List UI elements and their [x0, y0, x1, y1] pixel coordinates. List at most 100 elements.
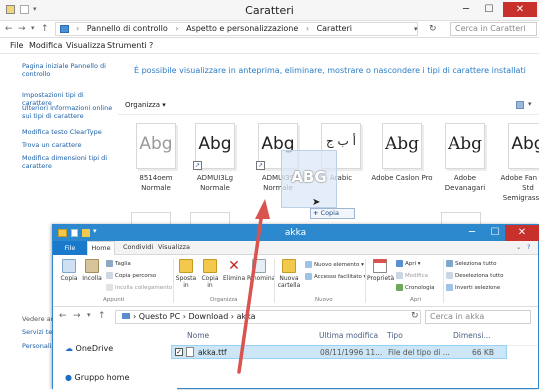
breadcrumb-this-pc[interactable]: Questo PC [139, 312, 180, 321]
ribbon-expand-icon[interactable]: ⌄ [516, 243, 521, 251]
help-icon[interactable]: ? [527, 243, 530, 251]
easy-access-button[interactable]: Accesso facilitato ▾ [305, 273, 366, 280]
font-tile[interactable]: Abg 8514oem Normale [125, 121, 187, 193]
rename-button[interactable]: Rinomina [247, 259, 275, 282]
row-checkbox[interactable]: ✓ [175, 348, 183, 356]
explorer-up-icon[interactable]: ↑ [98, 311, 106, 321]
menu-help[interactable]: ? [149, 41, 153, 50]
explorer-recent-dropdown-icon[interactable]: ▾ [87, 311, 91, 319]
history-button[interactable]: Cronologia [396, 284, 434, 291]
mouse-cursor-icon: ➤ [312, 197, 321, 208]
move-to-button[interactable]: Sposta in [175, 259, 197, 289]
minimize-button[interactable]: ─ [455, 2, 477, 17]
view-options-icon[interactable] [516, 101, 524, 109]
explorer-title-bar[interactable]: ▾ akka ─ ☐ ✕ [53, 225, 539, 241]
select-all-button[interactable]: Seleziona tutto [446, 260, 497, 267]
sidebar-link-cleartype[interactable]: Modifica testo ClearType [22, 128, 114, 136]
explorer-close-button[interactable]: ✕ [505, 225, 539, 241]
address-dropdown-icon[interactable]: ▾ [414, 25, 418, 33]
new-folder-label: Nuova cartella [277, 275, 301, 289]
move-to-icon [179, 259, 193, 273]
explorer-back-icon[interactable]: ← [59, 311, 67, 321]
menu-strumenti[interactable]: Strumenti [107, 41, 147, 50]
menu-file[interactable]: File [10, 41, 23, 50]
new-item-icon [305, 261, 312, 268]
column-header-size[interactable]: Dimensi... [453, 331, 491, 340]
copy-to-button[interactable]: Copia in [199, 259, 221, 289]
font-file-icon: Abg ↗ [192, 121, 238, 171]
edit-button[interactable]: Modifica [396, 272, 428, 279]
font-preview-glyph: Abg [384, 134, 420, 154]
font-name: Adobe Fan Heiti Std Semigrassetto [500, 174, 539, 202]
maximize-button[interactable]: ☐ [478, 2, 500, 17]
nav-homegroup[interactable]: ● Gruppo home [65, 373, 129, 382]
new-folder-button[interactable]: Nuova cartella [277, 259, 301, 289]
open-button[interactable]: Apri ▾ [396, 260, 421, 267]
font-file-icon: Abg [505, 121, 539, 171]
copy-path-button[interactable]: Copia percorso [106, 272, 156, 279]
paste-shortcut-button[interactable]: Incolla collegamento [106, 284, 172, 291]
plus-icon: + [313, 209, 319, 217]
new-item-button[interactable]: Nuovo elemento ▾ [305, 261, 364, 268]
column-header-modified[interactable]: Ultima modifica [319, 331, 378, 340]
tab-condividi[interactable]: Condividi [123, 243, 153, 251]
select-all-icon [446, 260, 453, 267]
tab-visualizza[interactable]: Visualizza [158, 243, 190, 251]
back-icon[interactable]: ← [5, 24, 13, 34]
drag-ghost: ABG [281, 150, 337, 208]
organize-label: Organizza [125, 101, 161, 109]
explorer-minimize-button[interactable]: ─ [461, 225, 483, 241]
up-icon[interactable]: ↑ [41, 24, 49, 34]
paste-button[interactable]: Incolla [81, 259, 103, 282]
font-tile[interactable]: Abg ↗ ADMUI3Lg Normale [184, 121, 246, 193]
menu-visualizza[interactable]: Visualizza [66, 41, 105, 50]
sidebar-link-more-info[interactable]: Ulteriori informazioni online sui tipi d… [22, 104, 114, 120]
fonts-search-input[interactable]: Cerca in Caratteri [450, 22, 537, 36]
properties-button[interactable]: Proprietà [367, 259, 394, 282]
explorer-address-row: ← → ▾ ↑ › Questo PC › Download › akka ↻ … [53, 307, 538, 326]
open-icon [396, 260, 403, 267]
properties-icon [373, 259, 387, 273]
invert-selection-button[interactable]: Inverti selezione [446, 284, 500, 291]
font-preview-glyph: Abg [511, 134, 539, 154]
refresh-icon[interactable]: ↻ [429, 24, 437, 34]
table-row[interactable]: ✓ akka.ttf 08/11/1996 11... File del tip… [171, 345, 507, 359]
close-button[interactable]: ✕ [503, 2, 537, 17]
breadcrumb-control-panel[interactable]: Pannello di controllo [87, 24, 168, 33]
view-options-dropdown-icon[interactable]: ▾ [528, 100, 532, 108]
copy-path-label: Copia percorso [115, 273, 157, 279]
column-header-type[interactable]: Tipo [387, 331, 403, 340]
font-tile[interactable]: Abg Adobe Fan Heiti Std Semigrassetto [497, 121, 539, 203]
breadcrumb-akka[interactable]: akka [237, 312, 256, 321]
forward-icon[interactable]: → [18, 24, 26, 34]
select-none-button[interactable]: Deseleziona tutto [446, 272, 504, 279]
tab-home[interactable]: Home [87, 241, 115, 255]
delete-button[interactable]: ✕ Elimina [223, 259, 245, 282]
explorer-forward-icon[interactable]: → [73, 311, 81, 321]
fonts-address-bar: ← → ▾ ↑ › Pannello di controllo › Aspett… [0, 21, 539, 38]
breadcrumb-download[interactable]: Download [189, 312, 229, 321]
explorer-refresh-icon[interactable]: ↻ [411, 311, 419, 321]
font-tile[interactable]: Abg Adobe Caslon Pro [371, 121, 433, 183]
column-header-name[interactable]: Nome [187, 331, 209, 340]
explorer-search-input[interactable]: Cerca in akka [425, 310, 531, 324]
breadcrumb-appearance[interactable]: Aspetto e personalizzazione [186, 24, 298, 33]
fonts-title-bar[interactable]: ▾ Caratteri ─ ☐ ✕ [0, 0, 539, 21]
recent-dropdown-icon[interactable]: ▾ [31, 24, 35, 32]
copy-tooltip-label: Copia [320, 209, 339, 217]
sidebar-link-font-size[interactable]: Modifica dimensioni tipi di carattere [22, 154, 114, 170]
tab-file[interactable]: File [53, 241, 87, 255]
homegroup-icon: ● [65, 373, 72, 382]
sidebar-link-find-font[interactable]: Trova un carattere [22, 141, 114, 149]
sidebar-home-link[interactable]: Pagina iniziale Pannello di controllo [22, 62, 114, 78]
explorer-maximize-button[interactable]: ☐ [484, 225, 506, 241]
organize-button[interactable]: Organizza ▾ [125, 101, 166, 109]
copy-button[interactable]: Copia [59, 259, 79, 282]
font-tile[interactable]: Abg Adobe Devanagari [434, 121, 496, 193]
nav-onedrive[interactable]: ☁ OneDrive [65, 344, 113, 353]
cut-button[interactable]: Taglia [106, 260, 131, 267]
menu-modifica[interactable]: Modifica [29, 41, 62, 50]
breadcrumb-fonts[interactable]: Caratteri [317, 24, 352, 33]
pc-icon [122, 313, 130, 319]
explorer-address-field[interactable]: › Questo PC › Download › akka [115, 310, 421, 324]
